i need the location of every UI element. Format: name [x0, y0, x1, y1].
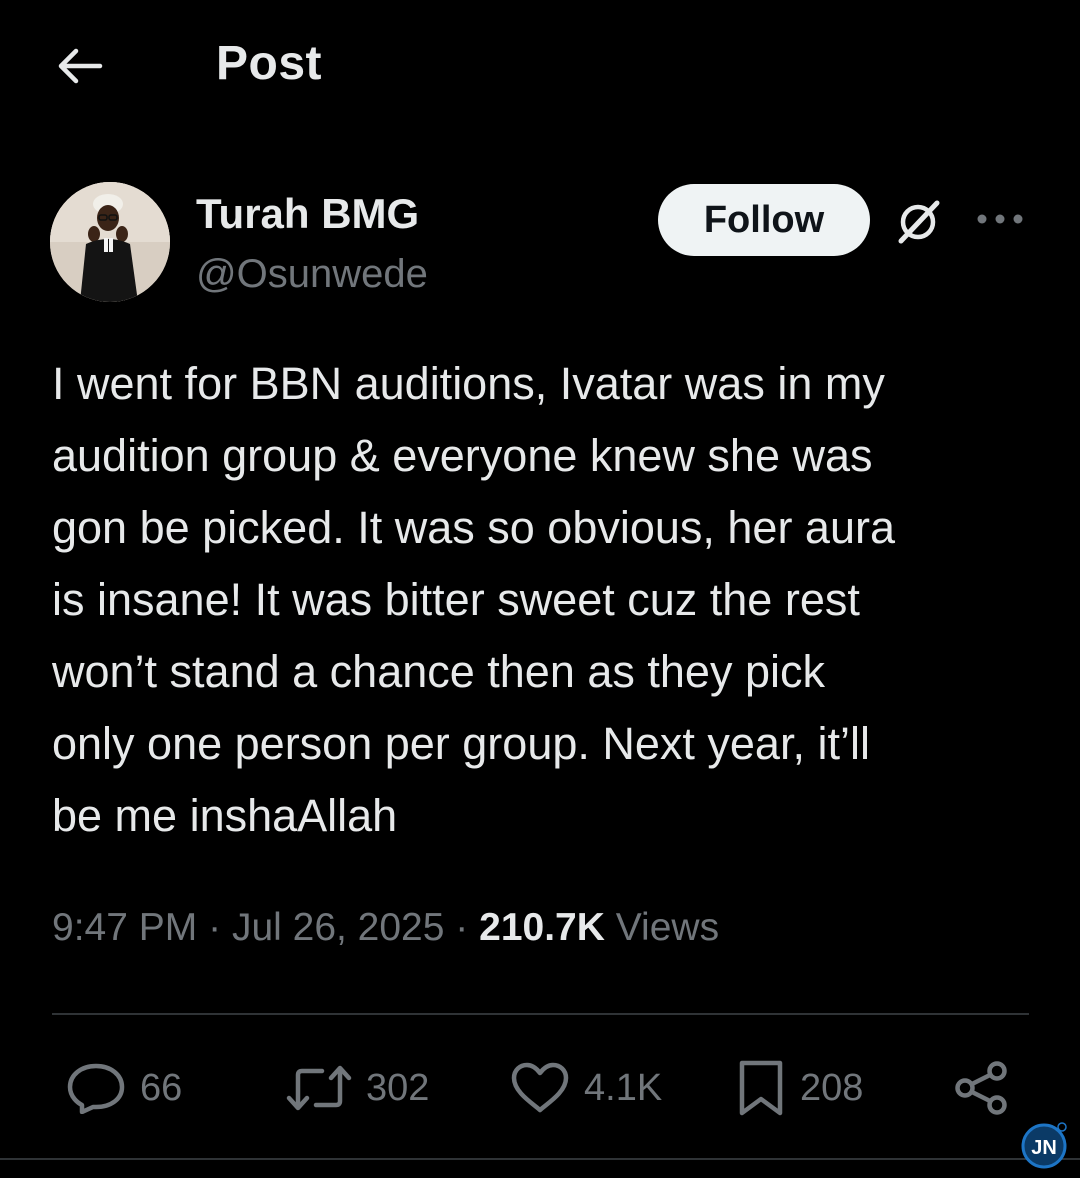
reply-icon	[67, 1063, 125, 1114]
heart-icon	[511, 1062, 569, 1113]
repost-count: 302	[366, 1066, 430, 1109]
like-count: 4.1K	[584, 1066, 663, 1109]
bookmark-button[interactable]: 208	[736, 1058, 863, 1118]
author-row: Turah BMG @Osunwede Follow	[50, 182, 1030, 312]
top-bar: Post	[0, 0, 1080, 130]
grok-button[interactable]	[888, 192, 948, 252]
svg-text:JN: JN	[1031, 1137, 1057, 1159]
meta-separator: ·	[208, 906, 222, 949]
post-text: I went for BBN auditions, Ivatar was in …	[52, 358, 896, 841]
meta-separator: ·	[455, 906, 469, 949]
avatar-image	[50, 182, 170, 302]
bookmark-icon	[739, 1060, 783, 1116]
page-title: Post	[216, 37, 323, 90]
arrow-left-icon	[58, 48, 103, 84]
views-count[interactable]: 210.7K	[479, 906, 605, 949]
more-horizontal-icon	[977, 214, 1023, 224]
avatar[interactable]	[50, 182, 170, 302]
views-label: Views	[615, 906, 720, 949]
back-button[interactable]	[50, 40, 108, 92]
post-date[interactable]: Jul 26, 2025	[232, 906, 445, 949]
repost-button[interactable]: 302	[286, 1058, 429, 1118]
like-button[interactable]: 4.1K	[510, 1058, 662, 1118]
reply-count: 66	[140, 1066, 183, 1109]
grok-icon	[898, 200, 940, 244]
share-icon	[955, 1061, 1007, 1115]
watermark-logo-image: JN	[1021, 1122, 1067, 1169]
watermark-logo: JN	[1020, 1120, 1070, 1170]
post-time[interactable]: 9:47 PM	[52, 906, 197, 949]
user-handle[interactable]: @Osunwede	[196, 252, 428, 297]
bookmark-count: 208	[800, 1066, 864, 1109]
follow-button[interactable]: Follow	[658, 184, 870, 256]
display-name[interactable]: Turah BMG	[196, 190, 419, 238]
repost-icon	[286, 1065, 352, 1111]
more-button[interactable]	[970, 194, 1030, 244]
divider	[52, 1013, 1029, 1015]
divider	[0, 1158, 1080, 1160]
share-button[interactable]	[952, 1058, 1010, 1118]
post-meta: 9:47 PM · Jul 26, 2025 · 210.7K Views	[52, 906, 719, 950]
reply-button[interactable]: 66	[66, 1058, 182, 1118]
